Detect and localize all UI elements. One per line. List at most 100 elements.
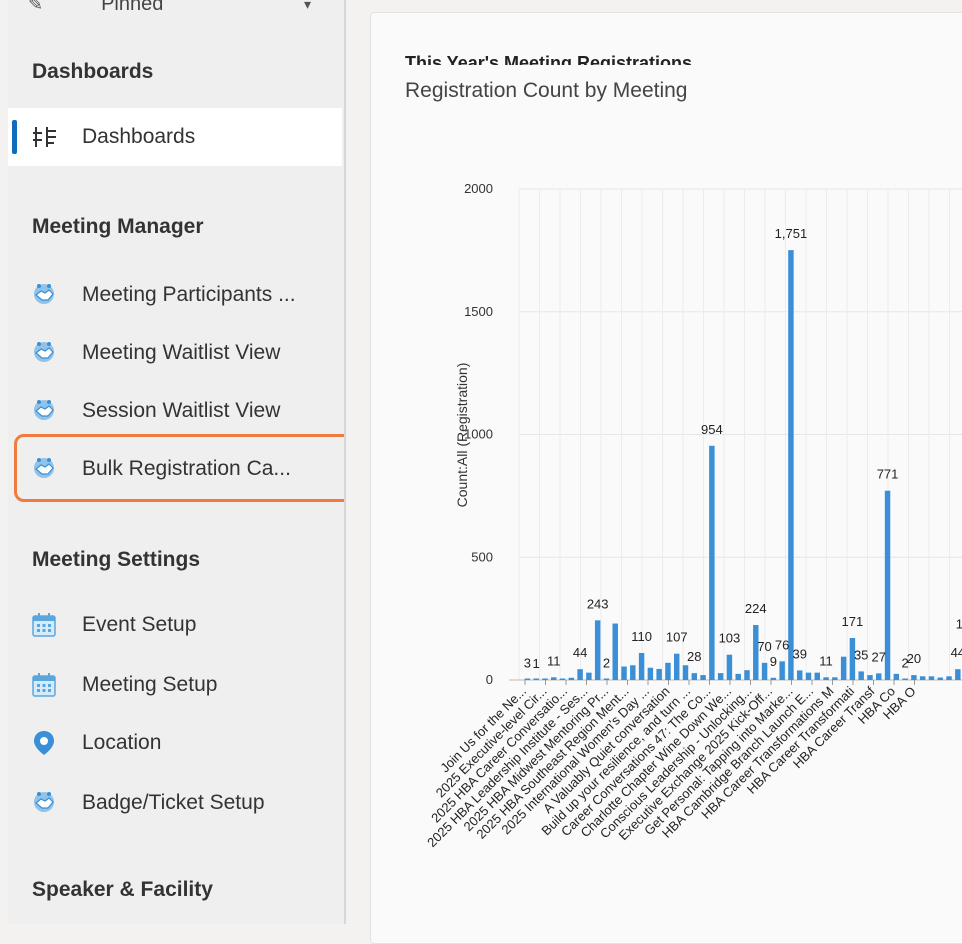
dashboard-card: This Year's Meeting Registrations Regist… [370,12,962,944]
sidebar-item-session-waitlist[interactable]: Session Waitlist View [8,382,342,440]
data-label: 107 [666,630,688,645]
active-indicator [12,120,17,154]
data-label: 1,751 [775,226,808,241]
bar [823,677,829,680]
bar [542,678,548,680]
y-tick-label: 0 [486,672,493,687]
sidebar-item-dashboards[interactable]: Dashboards [8,108,342,166]
bar [594,620,601,680]
bar [919,676,926,680]
bar [630,665,636,680]
pin-icon: ✎ [28,0,44,14]
sidebar-item-event-setup[interactable]: Event Setup [8,596,342,654]
bar [621,666,627,680]
bar [726,654,733,680]
bar [946,676,952,680]
bar [744,670,750,680]
y-tick-label: 500 [471,549,493,564]
bar [700,675,706,680]
bar [893,673,900,680]
sidebar-item-meeting-setup[interactable]: Meeting Setup [8,656,342,714]
sidebar-item-badge-ticket-setup[interactable]: Badge/Ticket Setup [8,774,342,832]
bar [674,653,680,680]
section-meeting-settings: Meeting Settings [32,548,201,571]
bar [928,676,935,680]
bar [682,665,689,680]
bar [568,677,575,680]
bar [717,673,724,680]
dashboard-icon [33,127,56,147]
y-axis-label: Count:All (Registration) [454,363,470,508]
handshake-icon [34,792,54,812]
data-label: 20 [907,651,921,666]
bar [867,675,873,680]
data-label: 27 [872,649,886,664]
data-label: 2 [603,656,610,671]
bar [832,677,838,680]
calendar-icon [32,613,56,637]
data-label: 44 [573,645,587,660]
sidebar-item-label: Meeting Setup [82,673,218,696]
handshake-icon [34,400,54,420]
section-speaker-facility: Speaker & Facility [32,878,213,901]
pinned-label: Pinned [101,0,164,15]
bar [656,668,662,680]
bar [858,671,864,680]
sidebar-item-meeting-participants[interactable]: Meeting Participants ... [8,266,342,324]
bar [577,669,583,680]
bar [665,662,671,680]
data-label: 771 [877,467,899,482]
y-tick-label: 2000 [464,181,493,196]
bar [761,662,768,680]
main-content: This Year's Meeting Registrations Regist… [346,0,962,944]
data-label: 1 [533,656,540,671]
pinned-group[interactable]: ✎ Pinned ▾ [28,0,311,16]
bar [533,678,539,680]
data-label: 11 [819,653,833,668]
data-label: 9 [770,654,777,669]
data-label: 243 [587,596,609,611]
bar [647,667,654,680]
data-label: 103 [719,631,741,646]
bar [524,678,531,680]
bar [603,678,610,680]
section-dashboards: Dashboards [32,60,154,83]
data-label: 110 [631,629,652,644]
bar [559,678,566,680]
bar [709,445,715,680]
bar [937,677,943,680]
data-label: 35 [854,647,868,662]
data-label: 70 [757,639,771,654]
sidebar-item-label: Location [82,731,162,754]
bar [586,672,592,680]
bar [779,661,785,680]
bar [840,656,847,680]
bar [902,678,908,680]
handshake-icon [34,284,54,304]
data-label: 44 [951,645,962,660]
sidebar-item-label: Dashboards [82,125,196,148]
bar [551,677,557,680]
data-label: 163 [956,617,962,632]
data-label: 3 [524,655,531,670]
sidebar-item-meeting-waitlist[interactable]: Meeting Waitlist View [8,324,342,382]
y-tick-label: 1500 [464,304,493,319]
data-label: 28 [687,649,701,664]
data-label: 224 [745,601,767,616]
sidebar-item-label: Meeting Waitlist View [82,341,281,364]
bar [955,669,961,680]
bar [770,677,777,680]
data-label: 954 [701,422,723,437]
section-meeting-manager: Meeting Manager [32,215,204,238]
data-label: 39 [792,646,806,661]
sidebar-item-location[interactable]: Location [8,714,342,772]
bar [638,652,645,680]
sidebar-item-label: Session Waitlist View [82,399,281,422]
handshake-icon [34,342,54,362]
highlight-box [14,434,359,502]
location-pin-icon [34,731,54,755]
data-label: 76 [775,637,789,652]
sidebar-item-label: Event Setup [82,613,197,636]
bar [814,672,820,680]
data-label: 171 [842,614,864,629]
